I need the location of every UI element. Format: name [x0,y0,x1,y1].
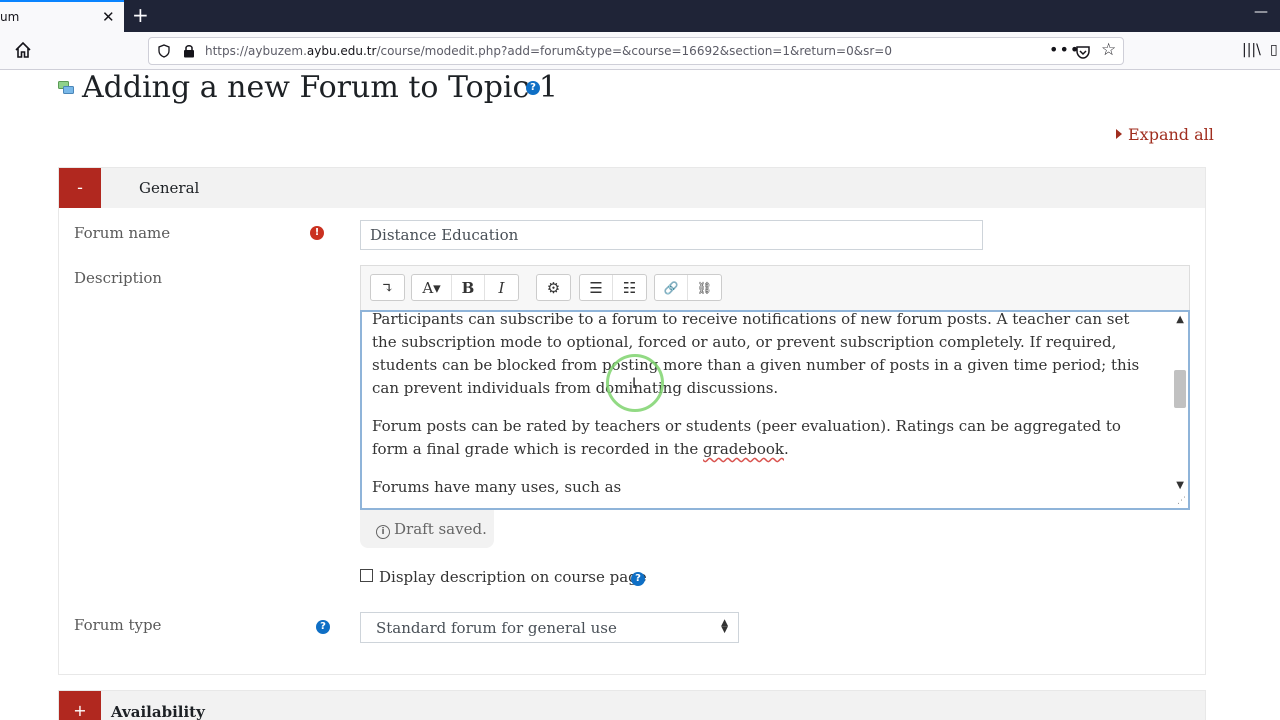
toolbar-group-settings: ⚙ [536,274,571,301]
url-domain: aybu.edu.tr [306,44,377,58]
new-tab-icon[interactable]: + [132,3,149,27]
forum-type-label: Forum type [74,616,162,634]
paragraph-2-period: . [784,440,789,458]
lock-icon[interactable] [183,44,195,58]
forum-type-select[interactable]: Standard forum for general use ▲ ▼ [360,612,739,643]
sidebar-icon[interactable]: ▯ [1270,42,1278,58]
description-content[interactable]: Participants can subscribe to a forum to… [372,310,1157,508]
forum-icon [58,81,74,94]
description-paragraph-2: Forum posts can be rated by teachers or … [372,415,1157,461]
pocket-icon[interactable] [1075,44,1091,60]
collapse-toolbar-button[interactable]: ↴ [371,275,404,300]
general-collapse-button[interactable]: - [59,168,101,208]
editor-toolbar: ↴ A▾ B I ⚙ ☰ ☷ 🔗 ⛓ [360,265,1190,311]
availability-section-header[interactable]: + Availability [59,691,1205,720]
gradebook-word: gradebook [703,440,784,458]
tab-title: um [0,10,20,24]
shield-icon[interactable] [157,44,171,58]
browser-nav-bar: https://aybuzem.aybu.edu.tr/course/moded… [0,32,1280,70]
bookmark-star-icon[interactable]: ☆ [1101,40,1116,60]
browser-tab[interactable]: um ✕ [0,0,124,32]
minimize-icon[interactable]: — [1254,4,1268,20]
display-description-checkbox[interactable] [360,569,373,582]
bold-button[interactable]: B [452,275,485,300]
unlink-button[interactable]: ⛓ [688,275,721,300]
italic-button[interactable]: I [485,275,518,300]
general-section-title[interactable]: General [139,179,199,197]
url-prefix: https://aybuzem. [205,44,307,58]
page-title: Adding a new Forum to Topic 1 [82,70,558,105]
draft-saved-status: i Draft saved. [360,510,494,548]
info-icon: i [376,525,390,539]
description-paragraph-3: Forums have many uses, such as [372,478,622,496]
description-label: Description [74,269,163,287]
text-cursor-icon: I [632,376,637,392]
unordered-list-button[interactable]: ☰ [580,275,613,300]
description-text-area[interactable]: Participants can subscribe to a forum to… [360,310,1190,510]
home-icon[interactable] [14,41,32,59]
url-path: /course/modedit.php?add=forum&type=&cour… [376,44,892,58]
display-description-label[interactable]: Display description on course page [379,568,647,586]
required-icon: ! [310,226,324,240]
availability-section-title[interactable]: Availability [111,703,205,720]
settings-gear-button[interactable]: ⚙ [537,275,570,300]
title-help-icon[interactable]: ? [526,81,540,95]
description-paragraph-1: Participants can subscribe to a forum to… [372,310,1140,397]
forum-name-label: Forum name [74,224,171,242]
draft-saved-label: Draft saved. [394,520,487,538]
toolbar-group-lists: ☰ ☷ [579,274,647,301]
browser-tab-bar: um ✕ + — [0,0,1280,32]
toolbar-group-links: 🔗 ⛓ [654,274,722,301]
font-style-button[interactable]: A▾ [412,275,452,300]
forum-name-input[interactable]: Distance Education [360,220,983,250]
toolbar-group-collapse: ↴ [370,274,405,301]
scroll-down-icon[interactable]: ▼ [1176,480,1184,491]
display-description-help-icon[interactable]: ? [631,572,645,586]
availability-section: + Availability [58,690,1206,720]
scroll-up-icon[interactable]: ▲ [1176,314,1184,325]
tab-close-icon[interactable]: ✕ [102,8,115,26]
url-bar[interactable]: https://aybuzem.aybu.edu.tr/course/moded… [148,37,1124,65]
resize-grip-icon[interactable]: ⋰ [1177,496,1186,506]
url-text[interactable]: https://aybuzem.aybu.edu.tr/course/moded… [205,44,892,58]
link-button[interactable]: 🔗 [655,275,688,300]
expand-all-link[interactable]: Expand all [1116,125,1214,144]
select-arrows-icon: ▲ ▼ [721,618,728,635]
editor-scrollbar[interactable]: ▲ ▼ [1172,312,1188,508]
forum-type-help-icon[interactable]: ? [316,620,330,634]
scroll-thumb[interactable] [1174,370,1186,408]
availability-expand-button[interactable]: + [59,691,101,720]
description-editor: ↴ A▾ B I ⚙ ☰ ☷ 🔗 ⛓ Participants can subs… [360,265,1190,510]
toolbar-group-format: A▾ B I [411,274,519,301]
general-section-header[interactable]: - General [59,168,1205,208]
ordered-list-button[interactable]: ☷ [613,275,646,300]
expand-all-label: Expand all [1128,125,1214,144]
expand-triangle-icon [1116,129,1122,139]
forum-type-value: Standard forum for general use [376,619,617,637]
library-icon[interactable]: |||\ [1242,42,1261,58]
